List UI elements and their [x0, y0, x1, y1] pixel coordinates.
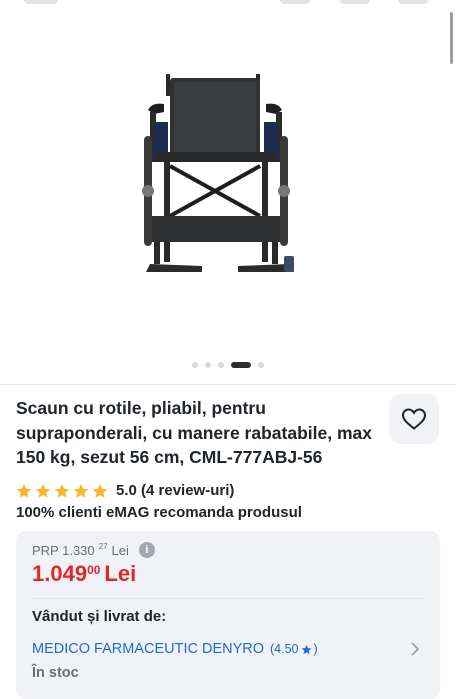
price-main: 1.049	[32, 561, 88, 586]
gallery-pagination	[0, 362, 456, 368]
rating-stars	[16, 483, 108, 499]
gallery-dot-active[interactable]	[231, 362, 251, 368]
price-card: PRP 1.330 27 Lei i 1.049 00 Lei Vândut și…	[16, 531, 440, 699]
gallery-dot[interactable]	[218, 362, 224, 368]
seller-name[interactable]: MEDICO FARMACEUTIC DENYRO	[32, 641, 264, 657]
star-icon	[301, 644, 311, 654]
rating-row[interactable]: 5.0 (4 review-uri)	[16, 482, 234, 499]
prp-currency: Lei	[111, 542, 129, 558]
star-icon	[16, 483, 32, 498]
add-to-favorites-button[interactable]	[389, 394, 439, 444]
chevron-right-icon[interactable]	[406, 640, 424, 658]
price-decimals: 00	[87, 563, 101, 577]
seller-rating-value: (4.50	[270, 642, 299, 656]
stock-status: În stoc	[32, 665, 79, 681]
seller-rating-close: )	[313, 642, 318, 656]
info-icon[interactable]: i	[138, 542, 155, 558]
rating-summary[interactable]: 5.0 (4 review-uri)	[116, 482, 234, 499]
top-control-shadow-left	[24, 0, 58, 4]
product-title: Scaun cu rotile, pliabil, pentru suprapo…	[16, 398, 372, 467]
current-price: 1.049 00 Lei	[32, 561, 136, 587]
top-control-shadow-right2	[398, 0, 428, 4]
wheelchair-product-image[interactable]	[130, 66, 310, 286]
seller-rating: (4.50 )	[270, 642, 318, 656]
gallery-dot[interactable]	[205, 362, 211, 368]
product-gallery[interactable]	[0, 0, 456, 384]
star-icon	[73, 483, 89, 498]
section-divider	[0, 384, 456, 385]
sold-by-label: Vândut și livrat de:	[32, 608, 167, 625]
prp-decimals: 27	[98, 541, 108, 551]
gallery-dot[interactable]	[192, 362, 198, 368]
star-icon	[92, 483, 108, 498]
star-icon	[54, 483, 70, 498]
recommendation-text: 100% clienti eMAG recomanda produsul	[16, 504, 302, 521]
top-control-shadow-mid	[280, 0, 310, 4]
price-currency: Lei	[104, 561, 137, 586]
top-control-shadow-right1	[340, 0, 370, 4]
scrollbar[interactable]	[450, 12, 453, 64]
gallery-dot[interactable]	[258, 362, 264, 368]
prp-label: PRP 1.330	[32, 542, 95, 558]
card-divider	[32, 598, 424, 599]
heart-icon	[401, 408, 427, 430]
seller-link[interactable]: MEDICO FARMACEUTIC DENYRO (4.50 )	[32, 639, 424, 659]
prp-price: PRP 1.330 27 Lei i	[32, 542, 155, 558]
star-icon	[35, 483, 51, 498]
